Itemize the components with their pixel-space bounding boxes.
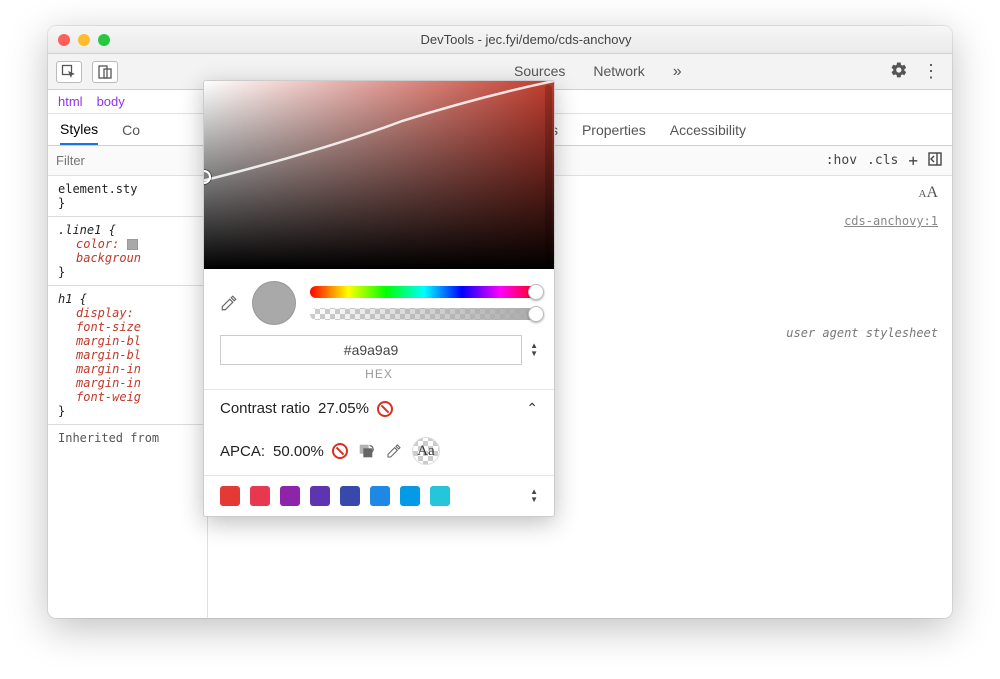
saturation-value-field[interactable] xyxy=(204,81,554,269)
current-color-swatch xyxy=(252,281,296,325)
palette-row: ▲▼ xyxy=(204,476,554,516)
scrollbar[interactable] xyxy=(545,85,552,265)
main-tabs: Sources Network » xyxy=(134,63,682,81)
prop-margin-block-start[interactable]: margin-bl xyxy=(76,334,197,348)
kebab-icon[interactable]: ⋮ xyxy=(918,61,944,82)
apca-row: APCA: 50.00% Aa xyxy=(204,427,554,475)
hov-toggle[interactable]: :hov xyxy=(826,153,857,168)
color-swatch-icon[interactable] xyxy=(127,239,138,250)
apca-value: 50.00% xyxy=(273,443,324,460)
hue-slider[interactable] xyxy=(310,286,538,298)
font-preview[interactable]: AAAA xyxy=(918,184,938,202)
palette-swatch[interactable] xyxy=(340,486,360,506)
alpha-slider[interactable] xyxy=(310,308,538,320)
source-link[interactable]: cds-anchovy:1 xyxy=(844,214,938,228)
inspect-icon[interactable] xyxy=(56,61,82,83)
swap-colors-icon[interactable] xyxy=(356,441,376,461)
minimize-button[interactable] xyxy=(78,34,90,46)
apca-label: APCA: xyxy=(220,443,265,460)
styles-rules: element.sty } .line1 { color: backgroun … xyxy=(48,176,208,618)
inherited-label: Inherited from xyxy=(58,431,197,445)
titlebar: DevTools - jec.fyi/demo/cds-anchovy xyxy=(48,26,952,54)
more-tabs-icon[interactable]: » xyxy=(673,63,682,81)
user-agent-label: user agent stylesheet xyxy=(786,326,938,340)
zoom-button[interactable] xyxy=(98,34,110,46)
contrast-value: 27.05% xyxy=(318,400,369,417)
fail-icon xyxy=(332,443,348,459)
cls-toggle[interactable]: .cls xyxy=(867,153,898,168)
tab-properties[interactable]: Properties xyxy=(582,122,646,138)
devtools-window: DevTools - jec.fyi/demo/cds-anchovy Sour… xyxy=(48,26,952,618)
traffic-lights xyxy=(58,34,110,46)
tab-sources[interactable]: Sources xyxy=(514,63,565,81)
rule-line1[interactable]: .line1 { xyxy=(58,223,197,237)
prop-margin-block-end[interactable]: margin-bl xyxy=(76,348,197,362)
palette-stepper[interactable]: ▲▼ xyxy=(530,488,538,504)
palette-swatch[interactable] xyxy=(250,486,270,506)
hex-label: HEX xyxy=(204,367,554,389)
hue-thumb[interactable] xyxy=(528,284,544,300)
sidebar-toggle-icon[interactable] xyxy=(928,152,942,170)
palette-swatch[interactable] xyxy=(310,486,330,506)
palette-swatch[interactable] xyxy=(430,486,450,506)
crumb-html[interactable]: html xyxy=(58,94,83,109)
window-title: DevTools - jec.fyi/demo/cds-anchovy xyxy=(110,32,942,47)
color-picker: ▲▼ HEX Contrast ratio 27.05% ⌃ APCA: 50.… xyxy=(203,80,555,517)
format-stepper[interactable]: ▲▼ xyxy=(530,342,538,358)
chevron-up-icon[interactable]: ⌃ xyxy=(526,400,538,417)
tab-accessibility[interactable]: Accessibility xyxy=(670,122,746,138)
palette-swatch[interactable] xyxy=(220,486,240,506)
bg-eyedropper-icon[interactable] xyxy=(384,441,404,461)
palette-swatch[interactable] xyxy=(400,486,420,506)
tab-computed[interactable]: Co xyxy=(122,122,140,138)
palette-swatch[interactable] xyxy=(280,486,300,506)
fail-icon xyxy=(377,401,393,417)
new-rule-icon[interactable]: + xyxy=(908,151,918,170)
prop-margin-inline-start[interactable]: margin-in xyxy=(76,362,197,376)
prop-background[interactable]: backgroun xyxy=(76,251,197,265)
contrast-label: Contrast ratio xyxy=(220,400,310,417)
settings-icon[interactable] xyxy=(890,61,908,82)
prop-font-weight[interactable]: font-weig xyxy=(76,390,197,404)
tab-styles[interactable]: Styles xyxy=(60,121,98,145)
palette-swatch[interactable] xyxy=(370,486,390,506)
text-preview: Aa xyxy=(412,437,440,465)
hex-input[interactable] xyxy=(220,335,522,365)
prop-color[interactable]: color: xyxy=(76,237,197,251)
device-icon[interactable] xyxy=(92,61,118,83)
close-button[interactable] xyxy=(58,34,70,46)
contrast-row: Contrast ratio 27.05% ⌃ xyxy=(204,390,554,427)
element-style-label[interactable]: element.sty xyxy=(58,182,197,196)
tab-network[interactable]: Network xyxy=(593,63,644,81)
prop-margin-inline-end[interactable]: margin-in xyxy=(76,376,197,390)
alpha-thumb[interactable] xyxy=(528,306,544,322)
eyedropper-icon[interactable] xyxy=(220,294,238,312)
crumb-body[interactable]: body xyxy=(97,94,125,109)
prop-display[interactable]: display: xyxy=(76,306,197,320)
prop-font-size[interactable]: font-size xyxy=(76,320,197,334)
rule-h1[interactable]: h1 { xyxy=(58,292,197,306)
